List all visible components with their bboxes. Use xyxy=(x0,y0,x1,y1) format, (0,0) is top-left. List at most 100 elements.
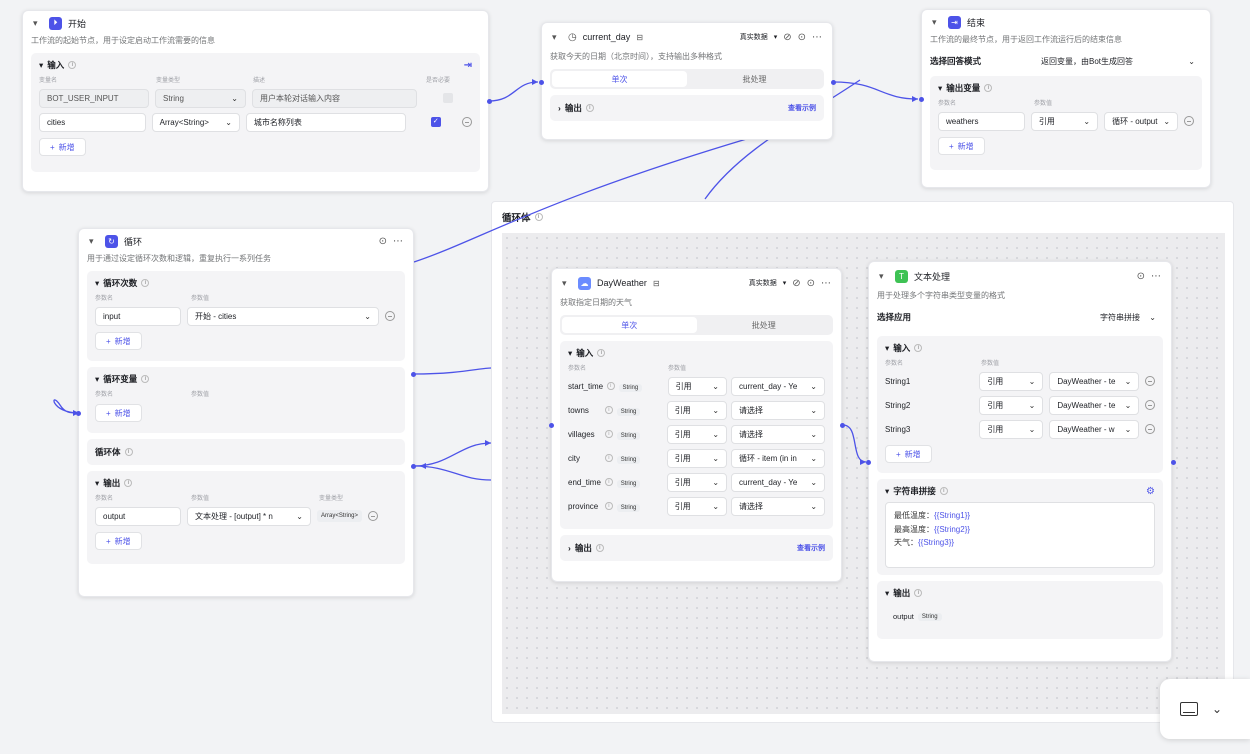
ref-value-select[interactable]: DayWeather - w ⌄ xyxy=(1049,419,1140,439)
more-icon[interactable]: ⋯ xyxy=(393,236,403,247)
add-button[interactable]: + 新增 xyxy=(39,138,86,156)
ref-value-select[interactable]: 请选择 ⌄ xyxy=(731,496,826,516)
tab-single[interactable]: 单次 xyxy=(552,71,687,87)
remove-icon[interactable] xyxy=(368,511,379,521)
tab-batch[interactable]: 批处理 xyxy=(697,317,832,333)
collapse-chevron-icon[interactable]: ▾ xyxy=(33,18,43,29)
add-button[interactable]: + 新增 xyxy=(95,332,142,350)
input-port[interactable] xyxy=(539,80,544,85)
output-port[interactable] xyxy=(1171,460,1176,465)
mute-icon[interactable]: ⊘ xyxy=(792,278,800,289)
run-icon[interactable]: ⊙ xyxy=(798,32,806,43)
input-port[interactable] xyxy=(866,460,871,465)
minimap-icon[interactable] xyxy=(1180,702,1198,716)
var-desc-field[interactable]: 城市名称列表 xyxy=(245,112,406,132)
ref-value-select[interactable]: 请选择 ⌄ xyxy=(731,400,826,420)
remove-icon[interactable] xyxy=(1145,376,1155,386)
template-editor[interactable]: 最低温度：{{String1}} 最高温度：{{String2}} 天气：{{Str… xyxy=(885,502,1155,568)
mute-icon[interactable]: ⊘ xyxy=(783,32,791,43)
end-node[interactable]: ▾ ⇥ 结束 工作流的最终节点，用于返回工作流运行后的结束信息 选择回答模式 返… xyxy=(921,9,1211,188)
remove-icon[interactable] xyxy=(1184,116,1194,126)
data-mode-select[interactable]: 真实数据 xyxy=(749,278,777,288)
view-example-link[interactable]: 查看示例 xyxy=(797,543,825,553)
ref-type-select[interactable]: 引用 ⌄ xyxy=(666,472,728,492)
ref-value-select[interactable]: 循环 - output ⌄ xyxy=(1104,111,1179,131)
loop-body-port[interactable] xyxy=(411,464,416,469)
collapse-chevron-icon[interactable]: ▾ xyxy=(568,348,572,359)
var-name-field[interactable]: weathers xyxy=(938,111,1025,131)
add-button[interactable]: + 新增 xyxy=(95,404,142,422)
collapse-chevron-icon[interactable]: ▾ xyxy=(885,343,889,354)
output-port[interactable] xyxy=(487,99,492,104)
collapse-chevron-icon[interactable]: ▾ xyxy=(95,374,99,385)
param-value-select[interactable]: 开始 - cities ⌄ xyxy=(187,306,379,326)
collapse-chevron-icon[interactable]: ▾ xyxy=(89,236,99,247)
output-port[interactable] xyxy=(840,423,845,428)
input-port[interactable] xyxy=(919,97,924,102)
input-port[interactable] xyxy=(76,411,81,416)
collapse-chevron-icon[interactable]: ▾ xyxy=(885,588,889,599)
collapse-chevron-icon[interactable]: ▾ xyxy=(39,60,43,71)
add-button[interactable]: + 新增 xyxy=(885,445,932,463)
ref-value-select[interactable]: current_day - Ye ⌄ xyxy=(731,472,826,492)
add-button[interactable]: + 新增 xyxy=(95,532,142,550)
more-icon[interactable]: ⋯ xyxy=(821,278,831,289)
run-icon[interactable]: ⊙ xyxy=(807,278,815,289)
param-value-select[interactable]: 文本处理 - [output] * n ⌄ xyxy=(187,506,311,526)
tab-batch[interactable]: 批处理 xyxy=(687,71,822,87)
remove-icon[interactable] xyxy=(385,311,395,321)
text-processing-node[interactable]: ▾ T 文本处理 ⊙ ⋯ 用于处理多个字符串类型变量的格式 选择应用 字符串拼接… xyxy=(868,261,1172,662)
collapse-chevron-icon[interactable]: ▾ xyxy=(879,271,889,282)
ref-type-select[interactable]: 引用 ⌄ xyxy=(666,424,728,444)
ref-value-select[interactable]: current_day - Ye ⌄ xyxy=(731,376,825,396)
collapse-chevron-icon[interactable]: ▾ xyxy=(95,478,99,489)
remove-icon[interactable] xyxy=(462,117,473,127)
answer-mode-select[interactable]: 返回变量，由Bot生成回答 ⌄ xyxy=(1034,51,1202,71)
workflow-canvas[interactable]: ▾ ⏵ 开始 工作流的起始节点，用于设定启动工作流需要的信息 ▾ 输入 i ⇥ … xyxy=(0,0,1250,754)
var-type-select[interactable]: Array<String> ⌄ xyxy=(151,112,240,132)
output-port[interactable] xyxy=(411,372,416,377)
start-node[interactable]: ▾ ⏵ 开始 工作流的起始节点，用于设定启动工作流需要的信息 ▾ 输入 i ⇥ … xyxy=(22,10,489,192)
view-example-link[interactable]: 查看示例 xyxy=(788,103,816,113)
collapse-chevron-icon[interactable]: ▾ xyxy=(562,278,572,289)
collapse-chevron-icon[interactable]: ▾ xyxy=(885,486,889,497)
more-icon[interactable]: ⋯ xyxy=(812,32,822,43)
chevron-down-icon[interactable]: ▾ xyxy=(783,279,787,287)
output-port[interactable] xyxy=(831,80,836,85)
ref-type-select[interactable]: 引用 ⌄ xyxy=(666,496,728,516)
tab-single[interactable]: 单次 xyxy=(562,317,697,333)
ref-type-select[interactable]: 引用 ⌄ xyxy=(667,376,727,396)
remove-icon[interactable] xyxy=(1145,400,1155,410)
chevron-down-icon[interactable]: ▾ xyxy=(774,33,778,41)
ref-value-select[interactable]: 循环 - item (in in ⌄ xyxy=(731,448,826,468)
ref-type-select[interactable]: 引用 ⌄ xyxy=(666,448,728,468)
param-name-field[interactable]: output xyxy=(95,506,181,526)
expand-chevron-icon[interactable]: › xyxy=(568,543,571,553)
required-checkbox[interactable]: ✓ xyxy=(431,117,441,127)
ref-type-select[interactable]: 引用 ⌄ xyxy=(979,395,1044,415)
run-icon[interactable]: ⊙ xyxy=(1137,271,1145,282)
collapse-chevron-icon[interactable]: ▾ xyxy=(552,32,562,43)
ref-value-select[interactable]: 请选择 ⌄ xyxy=(731,424,826,444)
loop-node[interactable]: ▾ ↻ 循环 ⊙ ⋯ 用于通过设定循环次数和逻辑，重复执行一系列任务 ▾ 循环次… xyxy=(78,228,414,597)
settings-gear-icon[interactable]: ⚙ xyxy=(1146,486,1155,497)
import-icon[interactable]: ⇥ xyxy=(464,60,472,71)
add-button[interactable]: + 新增 xyxy=(938,137,985,155)
collapse-chevron-icon[interactable]: ▾ xyxy=(95,278,99,289)
data-mode-select[interactable]: 真实数据 xyxy=(740,32,768,42)
more-icon[interactable]: ⋯ xyxy=(1151,271,1161,282)
run-icon[interactable]: ⊙ xyxy=(379,236,387,247)
collapse-chevron-icon[interactable]: ▾ xyxy=(938,83,942,94)
ref-type-select[interactable]: 引用 ⌄ xyxy=(979,419,1044,439)
current-day-node[interactable]: ▾ ◷ current_day ⊟ 真实数据 ▾ ⊘ ⊙ ⋯ 获取今天的日期（北… xyxy=(541,22,833,140)
collapse-chevron-icon[interactable]: ▾ xyxy=(932,17,942,28)
var-name-field[interactable]: cities xyxy=(39,112,146,132)
app-select[interactable]: 字符串拼接 ⌄ xyxy=(1093,307,1163,327)
ref-type-select[interactable]: 引用 ⌄ xyxy=(1030,111,1099,131)
ref-type-select[interactable]: 引用 ⌄ xyxy=(979,371,1044,391)
input-port[interactable] xyxy=(549,423,554,428)
param-name-field[interactable]: input xyxy=(95,306,181,326)
dayweather-node[interactable]: ▾ ☁ DayWeather ⊟ 真实数据 ▾ ⊘ ⊙ ⋯ 获取指定日期的天气 … xyxy=(551,268,842,582)
ref-value-select[interactable]: DayWeather - te ⌄ xyxy=(1049,371,1140,391)
chevron-down-icon[interactable]: ⌄ xyxy=(1212,702,1222,716)
